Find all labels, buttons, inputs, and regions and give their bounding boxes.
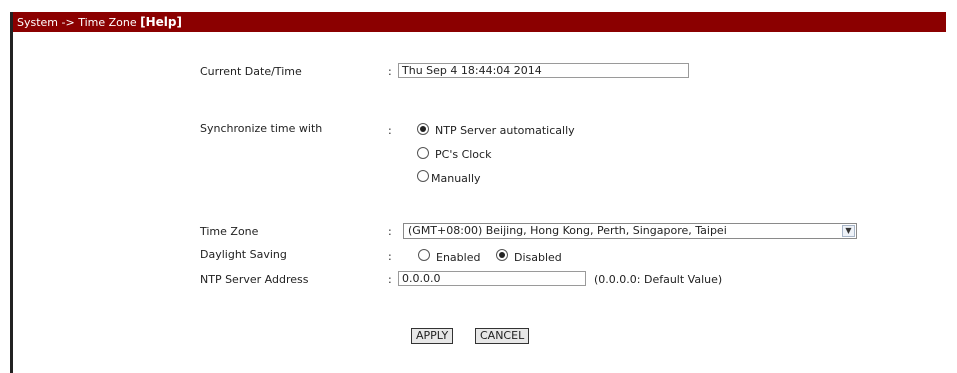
time-zone-selected: (GMT+08:00) Beijing, Hong Kong, Perth, S… bbox=[408, 224, 727, 237]
help-link[interactable]: [Help] bbox=[140, 15, 182, 29]
daylight-enabled-label: Enabled bbox=[436, 251, 481, 264]
sync-ntp-radio[interactable] bbox=[417, 123, 429, 135]
sync-pc-clock-radio[interactable] bbox=[417, 147, 429, 159]
chevron-down-icon[interactable]: ▼ bbox=[842, 225, 855, 237]
sync-label: Synchronize time with bbox=[200, 122, 323, 135]
breadcrumb: System -> Time Zone bbox=[17, 16, 137, 29]
ntp-server-label: NTP Server Address bbox=[200, 273, 309, 286]
ntp-server-input[interactable] bbox=[398, 271, 586, 286]
sync-manually-radio[interactable] bbox=[417, 170, 429, 182]
daylight-disabled-label: Disabled bbox=[514, 251, 562, 264]
current-datetime-label: Current Date/Time bbox=[200, 65, 302, 78]
colon: : bbox=[388, 273, 392, 286]
colon: : bbox=[388, 65, 392, 78]
colon: : bbox=[388, 124, 392, 137]
sync-pc-clock-label: PC's Clock bbox=[435, 148, 492, 161]
daylight-enabled-radio[interactable] bbox=[418, 249, 430, 261]
time-zone-label: Time Zone bbox=[200, 225, 259, 238]
sync-ntp-label: NTP Server automatically bbox=[435, 124, 575, 137]
sync-manually-label: Manually bbox=[431, 172, 481, 185]
colon: : bbox=[388, 225, 392, 238]
ntp-server-hint: (0.0.0.0: Default Value) bbox=[594, 273, 723, 286]
current-datetime-field: Thu Sep 4 18:44:04 2014 bbox=[398, 63, 689, 78]
title-bar: System -> Time Zone [Help] bbox=[13, 12, 946, 32]
time-zone-select[interactable]: (GMT+08:00) Beijing, Hong Kong, Perth, S… bbox=[403, 223, 857, 239]
apply-button[interactable]: APPLY bbox=[411, 328, 454, 344]
cancel-button[interactable]: CANCEL bbox=[475, 328, 530, 344]
daylight-disabled-radio[interactable] bbox=[496, 249, 508, 261]
colon: : bbox=[388, 250, 392, 263]
daylight-saving-label: Daylight Saving bbox=[200, 248, 287, 261]
